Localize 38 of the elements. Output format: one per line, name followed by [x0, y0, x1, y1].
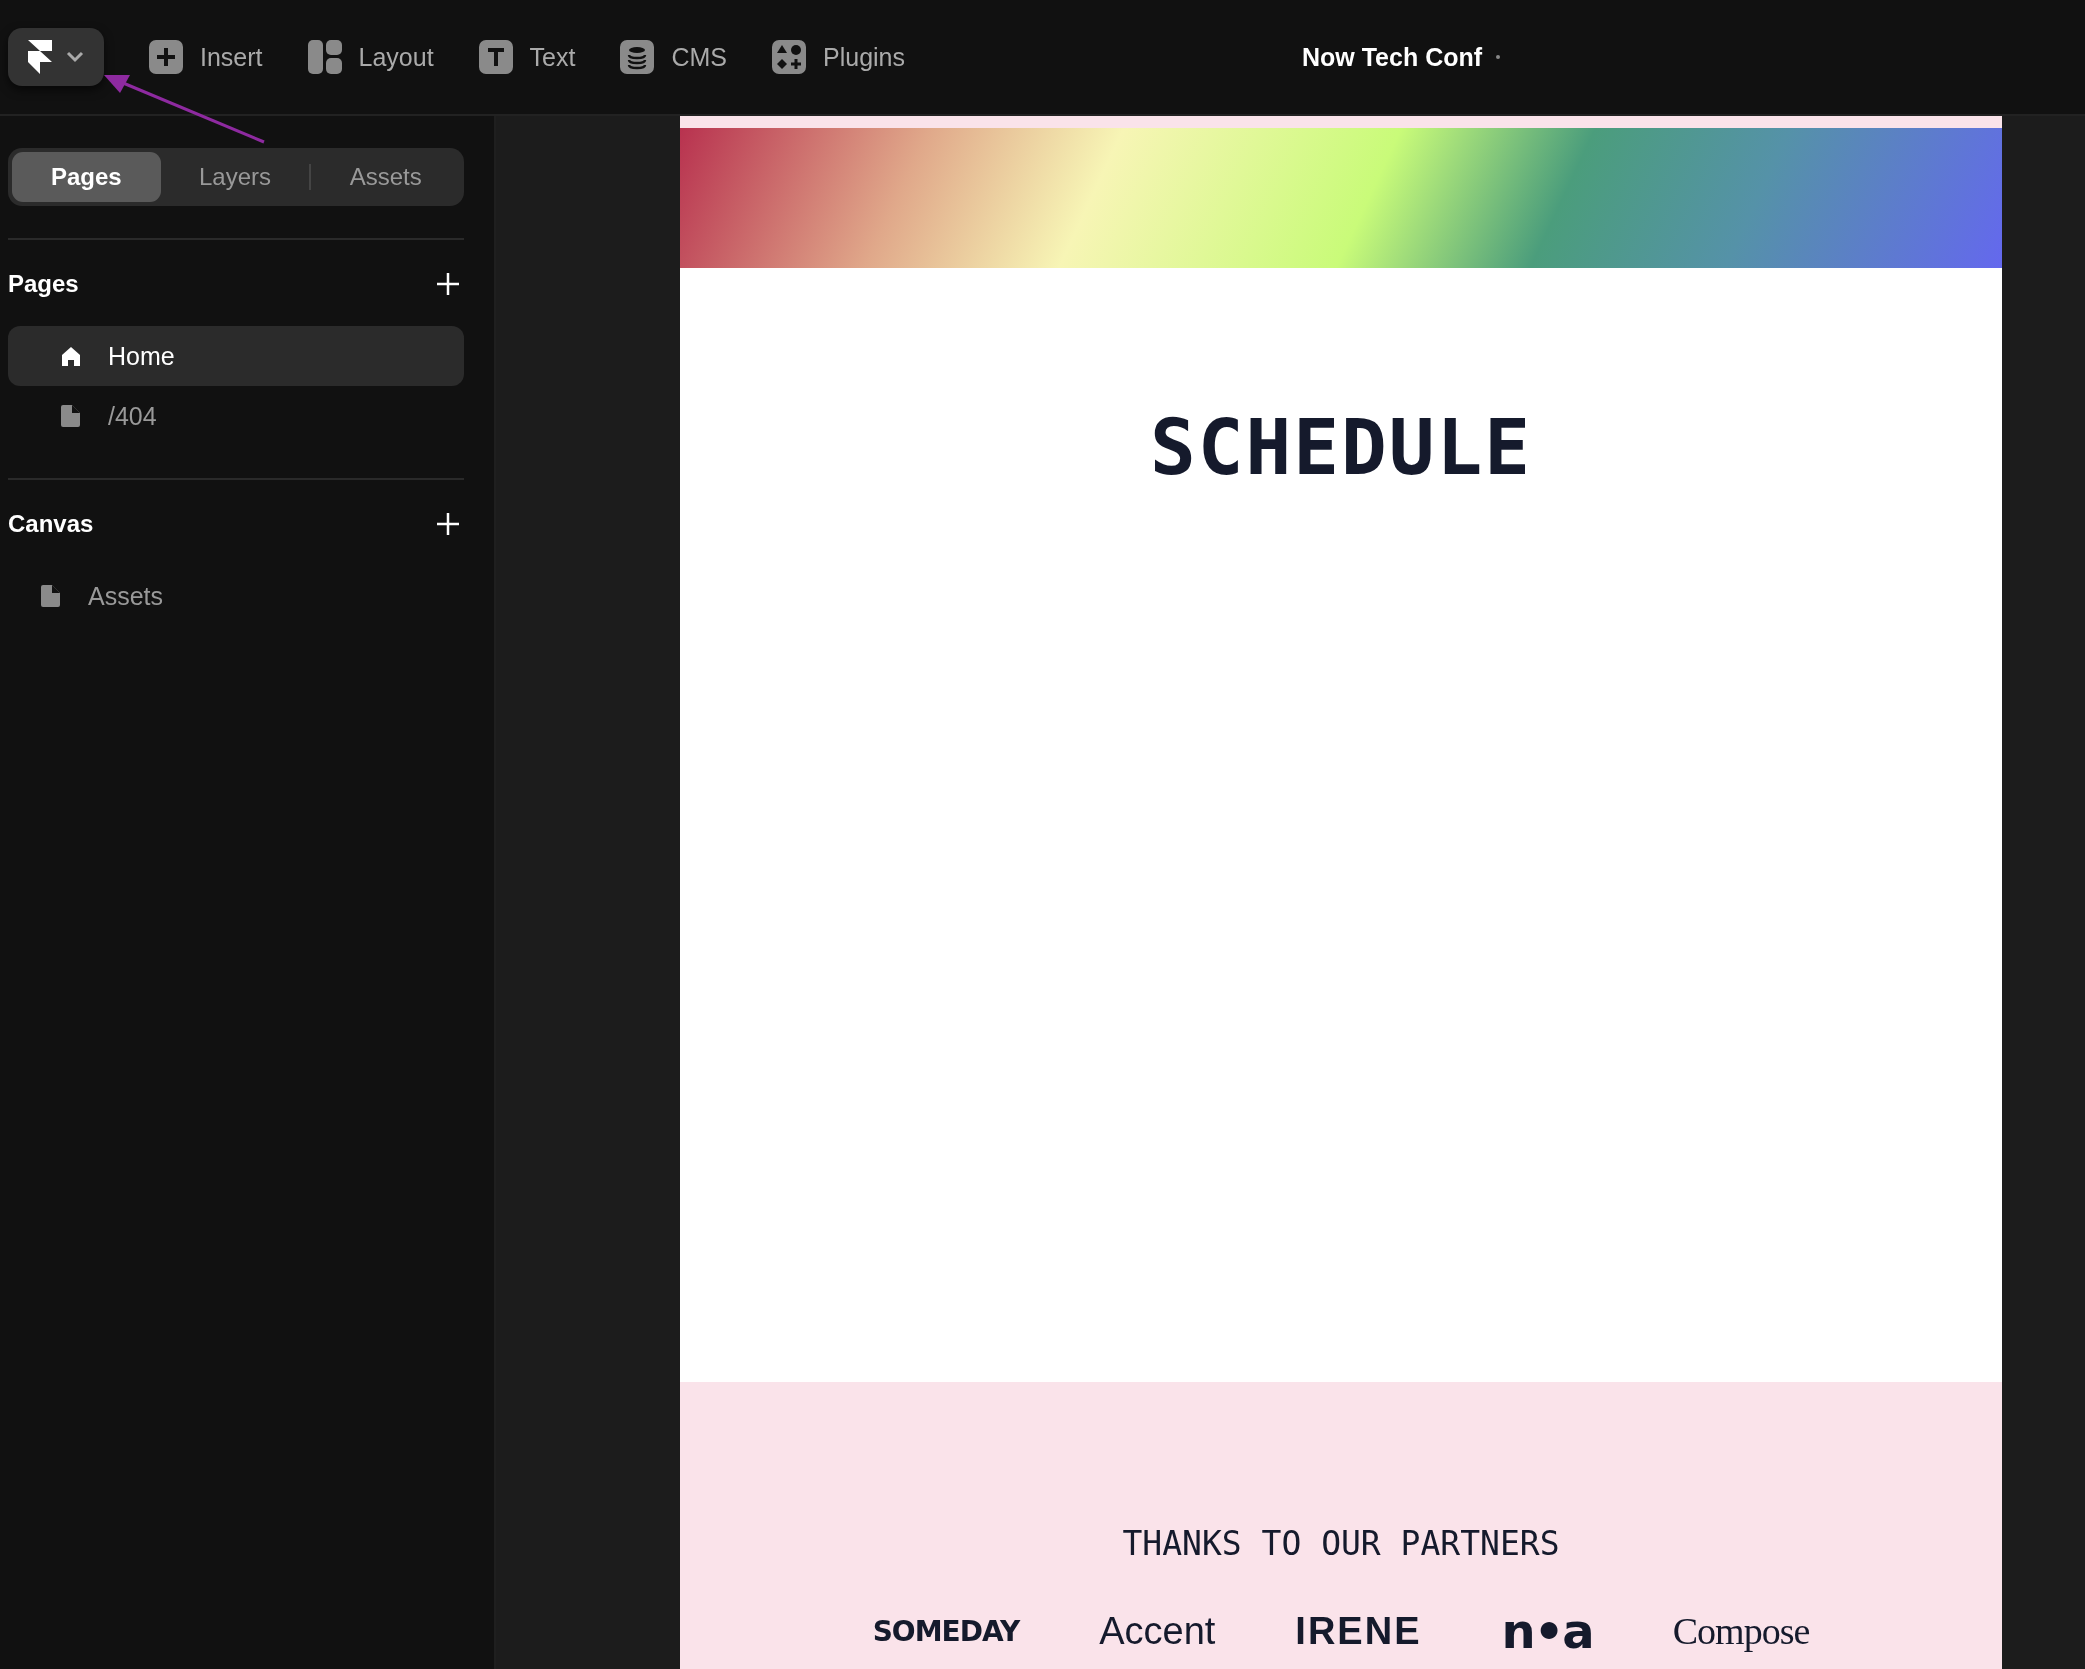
- panel-tab[interactable]: Assets: [311, 152, 460, 202]
- section-title: Canvas: [8, 510, 94, 538]
- database-icon: [619, 39, 656, 75]
- partner-logo: SOMEDAY: [872, 1614, 1020, 1648]
- home-icon: [60, 344, 82, 368]
- add-icon[interactable]: [436, 512, 460, 536]
- partner-logo: Compose: [1672, 1609, 1810, 1653]
- partner-logo: Accent: [1099, 1609, 1216, 1653]
- panel-tab[interactable]: Pages: [12, 152, 161, 202]
- partners-heading: THANKS TO OUR PARTNERS: [1122, 1524, 1560, 1563]
- toolbar-button[interactable]: Layout: [306, 39, 434, 75]
- page-name: /404: [108, 401, 157, 431]
- shapes-icon: [771, 39, 807, 75]
- page-icon: [60, 404, 82, 428]
- toolbar-button[interactable]: CMS: [619, 39, 727, 75]
- text-icon: [477, 39, 514, 75]
- add-icon[interactable]: [436, 272, 460, 296]
- partner-logo: n•a: [1501, 1603, 1593, 1659]
- schedule-heading: SCHEDULE: [1149, 408, 1532, 488]
- app-menu-button[interactable]: [8, 28, 104, 86]
- chevron-down-icon: [66, 51, 84, 63]
- page-name: Home: [108, 341, 175, 371]
- logo-icon: [28, 40, 52, 74]
- toolbar-button[interactable]: Text: [477, 39, 576, 75]
- section-title: Pages: [8, 270, 79, 298]
- project-title: Now Tech Conf: [1301, 42, 1483, 72]
- page-list-item[interactable]: Assets: [8, 566, 464, 626]
- layout-icon: [306, 39, 343, 75]
- panel-tab[interactable]: Layers: [160, 152, 310, 202]
- status-dot-icon: [1496, 55, 1501, 59]
- toolbar-button[interactable]: Plugins: [771, 39, 905, 75]
- plus-icon: [148, 39, 184, 75]
- page-list-item[interactable]: Home: [8, 326, 464, 386]
- partner-logo: IRENE: [1295, 1609, 1422, 1653]
- page-name: Assets: [88, 581, 164, 611]
- toolbar-button[interactable]: Insert: [148, 39, 263, 75]
- page-list-item[interactable]: /404: [8, 386, 464, 446]
- page-icon: [40, 584, 62, 608]
